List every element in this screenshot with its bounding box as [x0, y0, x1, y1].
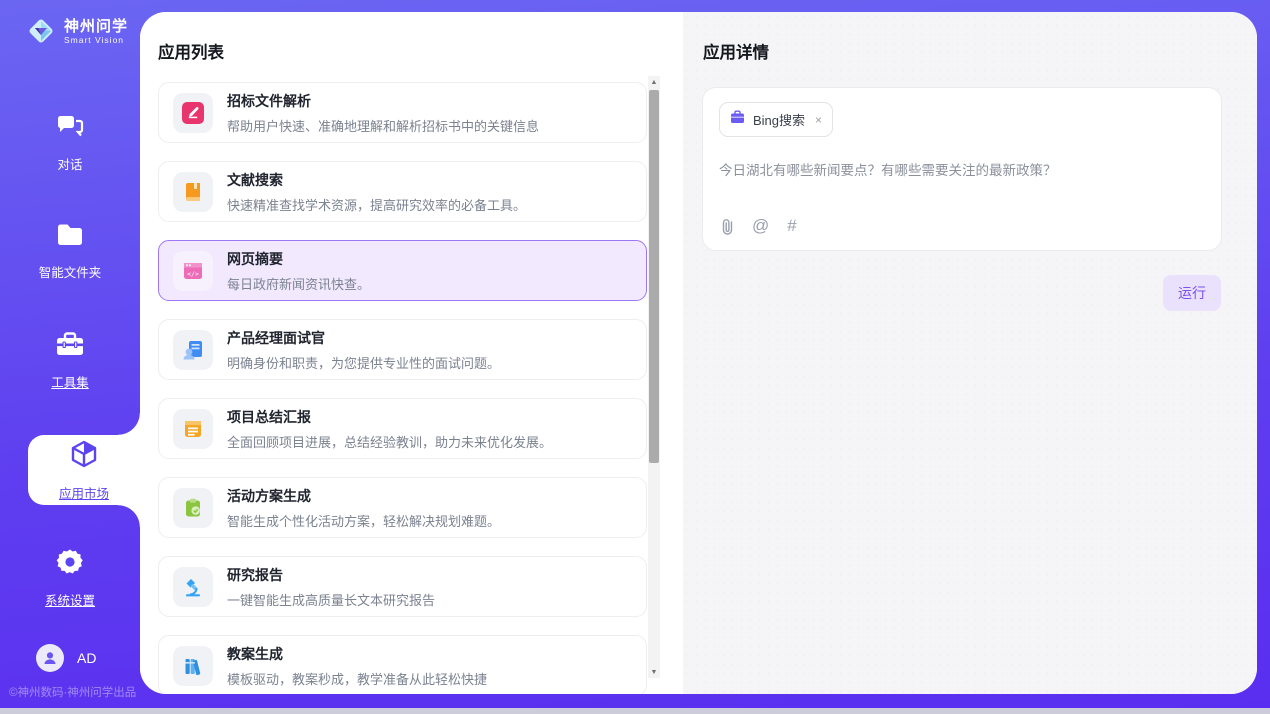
app-desc: 模板驱动，教案秒成，教学准备从此轻松快捷	[227, 669, 487, 688]
content-sheet: 应用列表 招标文件解析 帮助用户快速、准确地理解和解析招标书中的关键信息	[140, 12, 1257, 694]
logo-subtitle: Smart Vision	[64, 35, 128, 45]
interviewer-icon	[173, 330, 213, 370]
sidebar-nav: 对话 智能文件夹 工具集	[0, 88, 140, 633]
app-detail-panel: 应用详情 Bing搜索 × 今日湖北有哪些新闻要点？有哪些需要关注的最新政策？	[683, 12, 1257, 694]
sidebar-item-app-market[interactable]: 应用市场	[28, 435, 140, 505]
sidebar-item-settings[interactable]: 系统设置	[0, 524, 140, 633]
logo-diamond-icon	[26, 16, 56, 46]
query-card[interactable]: Bing搜索 × 今日湖北有哪些新闻要点？有哪些需要关注的最新政策？ @ #	[702, 87, 1222, 251]
scroll-down-arrow-icon[interactable]: ▼	[648, 666, 660, 678]
app-name: 产品经理面试官	[227, 328, 500, 348]
app-desc: 快速精准查找学术资源，提高研究效率的必备工具。	[227, 195, 526, 214]
app-card-bid-parse[interactable]: 招标文件解析 帮助用户快速、准确地理解和解析招标书中的关键信息	[158, 82, 647, 143]
query-text[interactable]: 今日湖北有哪些新闻要点？有哪些需要关注的最新政策？	[719, 159, 1205, 179]
app-list-scrollbar[interactable]: ▲ ▼	[648, 76, 660, 678]
user-account[interactable]: AD	[36, 644, 96, 672]
copyright-text: ©神州数码·神州问学出品	[9, 684, 136, 700]
sidebar-item-label: 系统设置	[45, 590, 95, 609]
sidebar-item-label: 工具集	[51, 372, 89, 391]
folder-icon	[55, 222, 85, 253]
app-name: 招标文件解析	[227, 91, 539, 111]
paperclip-icon[interactable]	[721, 218, 734, 235]
avatar	[36, 644, 64, 672]
browser-code-icon: </>	[173, 251, 213, 291]
app-card-web-summary[interactable]: </> 网页摘要 每日政府新闻资讯快查。	[158, 240, 647, 301]
run-button[interactable]: 运行	[1163, 275, 1221, 311]
app-card-lesson-plan[interactable]: 教案生成 模板驱动，教案秒成，教学准备从此轻松快捷	[158, 635, 647, 694]
app-card-research-report[interactable]: 研究报告 一键智能生成高质量长文本研究报告	[158, 556, 647, 617]
sidebar-item-toolset[interactable]: 工具集	[0, 306, 140, 415]
app-desc: 一键智能生成高质量长文本研究报告	[227, 590, 435, 609]
sidebar-item-label: 智能文件夹	[39, 262, 102, 281]
app-name: 研究报告	[227, 565, 435, 585]
app-list-title: 应用列表	[140, 12, 683, 63]
app-card-literature-search[interactable]: 文献搜索 快速精准查找学术资源，提高研究效率的必备工具。	[158, 161, 647, 222]
app-name: 网页摘要	[227, 249, 370, 269]
app-list-panel: 应用列表 招标文件解析 帮助用户快速、准确地理解和解析招标书中的关键信息	[140, 12, 683, 694]
toolbox-icon	[54, 331, 86, 363]
bottom-strip	[0, 708, 1270, 714]
app-name: 项目总结汇报	[227, 407, 552, 427]
scrollbar-thumb[interactable]	[649, 90, 659, 463]
hash-icon[interactable]: #	[787, 216, 797, 236]
app-card-project-summary[interactable]: 项目总结汇报 全面回顾项目进展，总结经验教训，助力未来优化发展。	[158, 398, 647, 459]
sidebar: 神州问学 Smart Vision 对话 智能文件夹	[0, 0, 140, 708]
app-logo: 神州问学 Smart Vision	[0, 0, 140, 46]
app-desc: 帮助用户快速、准确地理解和解析招标书中的关键信息	[227, 116, 539, 135]
app-card-list: 招标文件解析 帮助用户快速、准确地理解和解析招标书中的关键信息 文献搜索 快速精…	[158, 82, 647, 694]
sidebar-item-chat[interactable]: 对话	[0, 88, 140, 197]
briefcase-icon	[730, 110, 745, 129]
sidebar-item-smart-folder[interactable]: 智能文件夹	[0, 197, 140, 306]
app-desc: 全面回顾项目进展，总结经验教训，助力未来优化发展。	[227, 432, 552, 451]
sidebar-item-label: 应用市场	[59, 483, 109, 502]
run-row: 运行	[683, 275, 1221, 311]
microscope-icon	[173, 567, 213, 607]
user-name: AD	[77, 650, 96, 666]
app-desc: 智能生成个性化活动方案，轻松解决规划难题。	[227, 511, 500, 530]
logo-title: 神州问学	[64, 18, 128, 35]
sidebar-item-label: 对话	[57, 154, 82, 173]
cube-icon	[69, 439, 99, 474]
svg-text:</>: </>	[187, 270, 199, 278]
pencil-doc-icon	[173, 93, 213, 133]
at-icon[interactable]: @	[752, 216, 769, 236]
logo-text: 神州问学 Smart Vision	[64, 18, 128, 45]
app-desc: 每日政府新闻资讯快查。	[227, 274, 370, 293]
app-card-event-plan[interactable]: 活动方案生成 智能生成个性化活动方案，轻松解决规划难题。	[158, 477, 647, 538]
app-name: 活动方案生成	[227, 486, 500, 506]
app-card-pm-interviewer[interactable]: 产品经理面试官 明确身份和职责，为您提供专业性的面试问题。	[158, 319, 647, 380]
chat-icon	[55, 112, 85, 145]
app-name: 教案生成	[227, 644, 487, 664]
report-note-icon	[173, 409, 213, 449]
input-toolbar: @ #	[721, 216, 798, 236]
app-desc: 明确身份和职责，为您提供专业性的面试问题。	[227, 353, 500, 372]
gear-icon	[56, 548, 84, 581]
book-icon	[173, 172, 213, 212]
tool-tag-bing-search[interactable]: Bing搜索 ×	[719, 102, 833, 137]
close-icon[interactable]: ×	[813, 113, 822, 127]
tool-tag-label: Bing搜索	[753, 110, 805, 129]
scroll-up-arrow-icon[interactable]: ▲	[648, 76, 660, 88]
clipboard-check-icon	[173, 488, 213, 528]
app-detail-title: 应用详情	[683, 12, 1257, 63]
books-icon	[173, 646, 213, 686]
app-name: 文献搜索	[227, 170, 526, 190]
